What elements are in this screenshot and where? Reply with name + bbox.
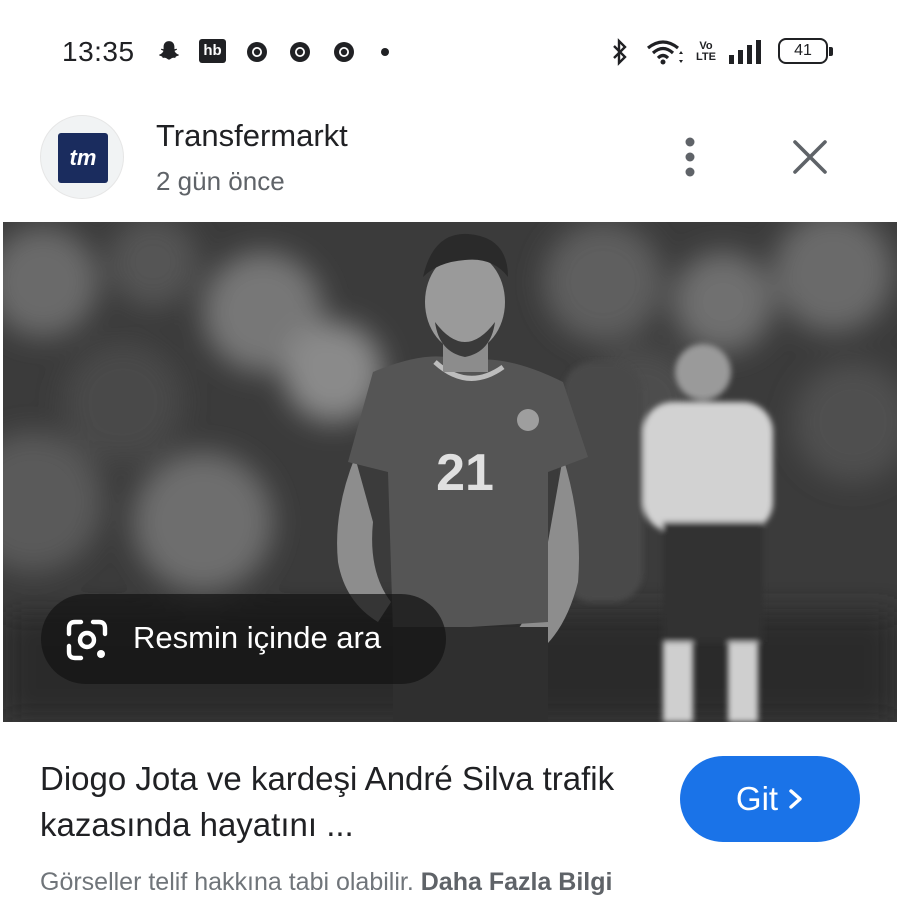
search-in-image-label: Resmin içinde ara (133, 620, 382, 655)
transfermarkt-logo: tm (58, 133, 108, 183)
volte-icon: Vo LTE (696, 40, 716, 63)
google-lens-icon (63, 616, 111, 664)
copyright-notice: Görseller telif hakkına tabi olabilir. D… (40, 868, 612, 897)
signal-icon (727, 38, 765, 66)
chrome-icon (243, 38, 271, 66)
bluetooth-icon (608, 38, 632, 66)
result-image[interactable]: 21 Resmin içinde ara (3, 222, 897, 722)
chrome-icon (286, 38, 314, 66)
chrome-icon (330, 38, 358, 66)
go-button-label: Git (735, 780, 779, 817)
copyright-text: Görseller telif hakkına tabi olabilir. (40, 868, 414, 896)
dot-icon (378, 38, 392, 66)
snapchat-icon (155, 38, 183, 66)
more-info-link[interactable]: Daha Fazla Bilgi (421, 868, 613, 896)
battery-icon: 41 (778, 38, 833, 64)
hb-icon: hb (199, 39, 226, 63)
go-button[interactable]: Git (680, 756, 860, 842)
result-headline[interactable]: Diogo Jota ve kardeşi André Silva trafik… (40, 756, 650, 848)
jersey-number: 21 (436, 444, 494, 502)
search-in-image-button[interactable]: Resmin içinde ara (41, 594, 446, 684)
wifi-icon (645, 38, 685, 66)
close-icon[interactable] (785, 132, 835, 182)
source-logo[interactable]: tm (40, 115, 124, 199)
source-time: 2 gün önce (156, 166, 285, 196)
status-time: 13:35 (62, 36, 135, 67)
source-name[interactable]: Transfermarkt (156, 118, 348, 154)
more-vert-icon[interactable] (668, 132, 712, 182)
status-bar: 13:35 hb Vo LTE 41 (0, 0, 900, 100)
chevron-right-icon (789, 789, 802, 809)
